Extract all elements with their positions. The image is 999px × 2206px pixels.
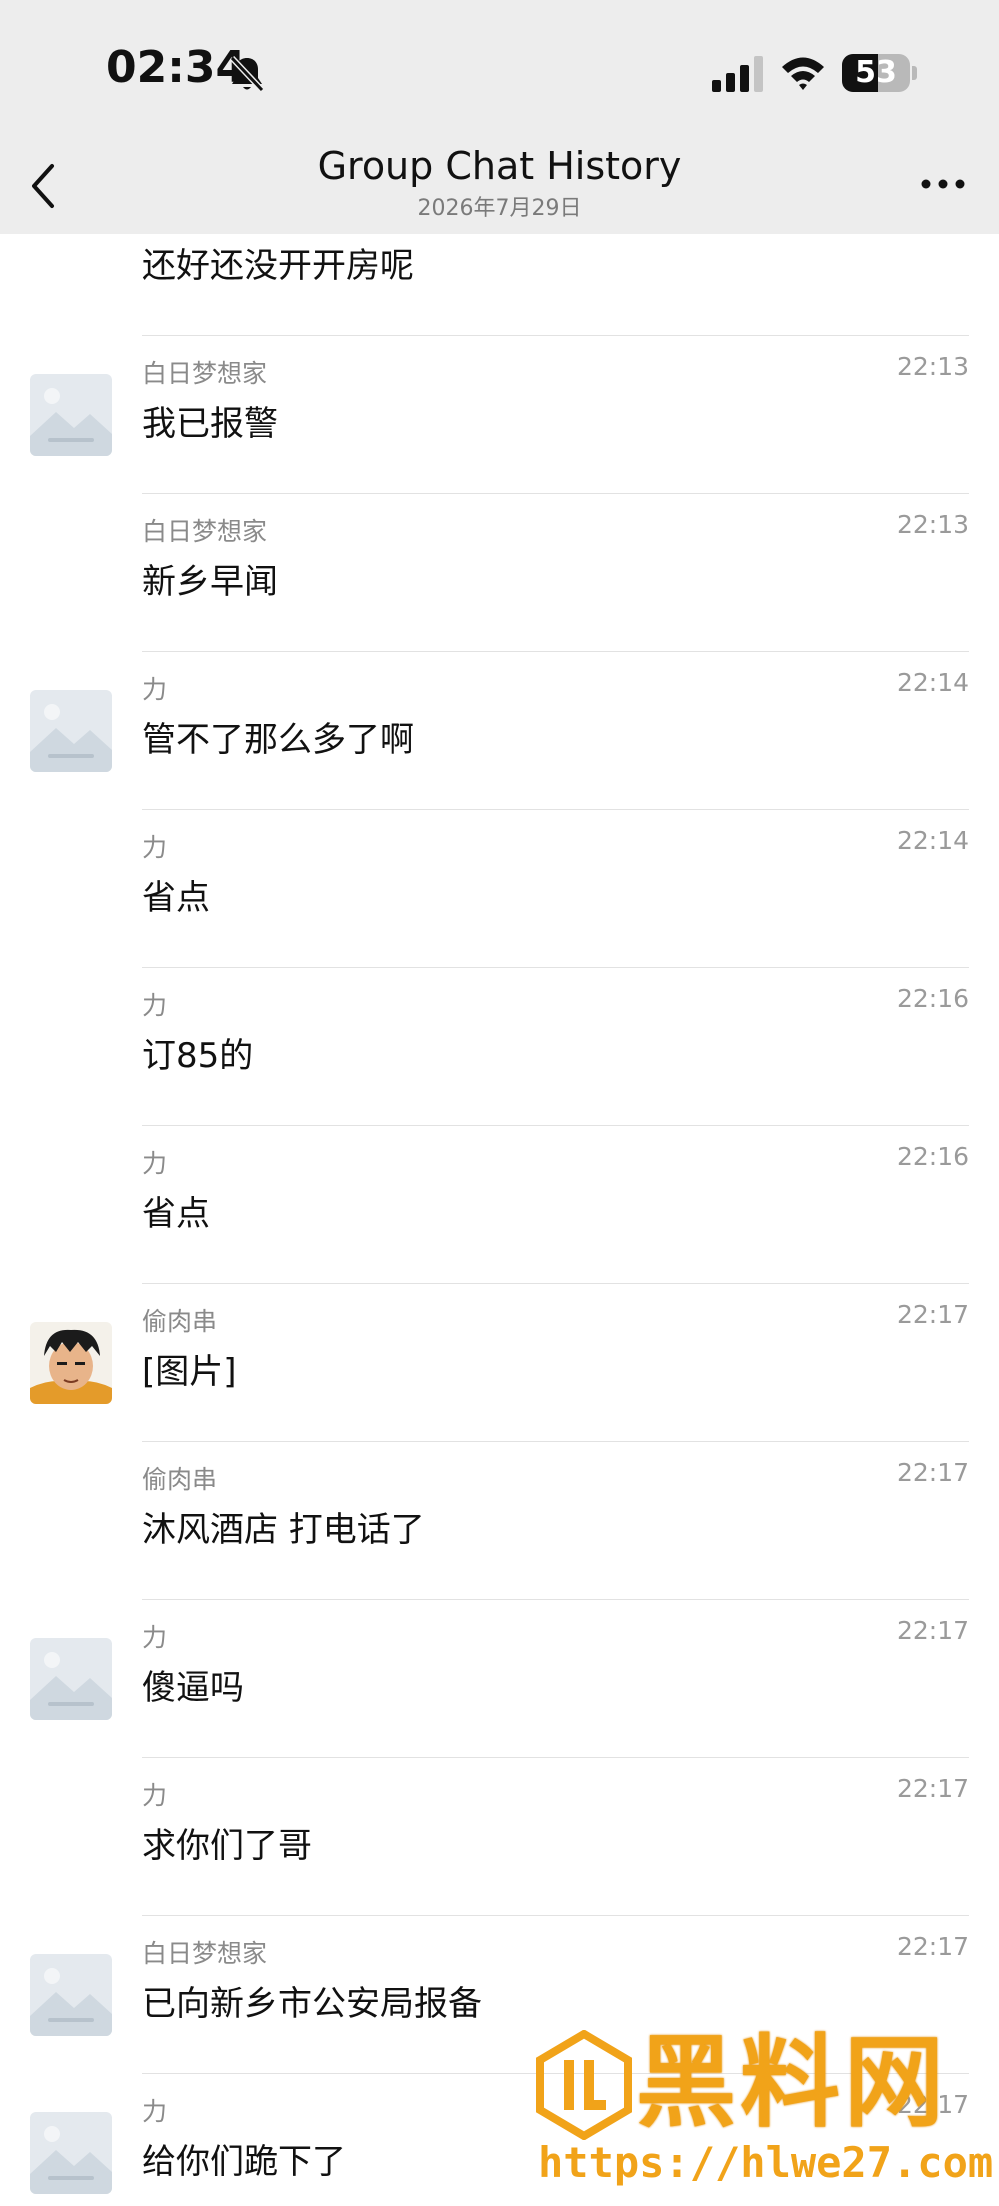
avatar-cartoon-face-icon[interactable] [30,1322,112,1404]
status-time: 02:34 [106,42,247,93]
message-text: 已向新乡市公安局报备 [142,1984,482,2024]
message-text: 沐风酒店 打电话了 [142,1510,425,1550]
message-sender: 偷肉串 [142,1465,218,1494]
wifi-icon [782,57,824,90]
message-text: 给你们跪下了 [142,2142,346,2182]
avatar-placeholder-image-icon[interactable] [30,2112,112,2194]
message-text: 订85的 [142,1036,254,1076]
nav-bar: Group Chat History 2026年7月29日 [0,144,999,234]
chat-history-list[interactable]: 力22:13还好还没开开房呢白日梦想家22:13我已报警白日梦想家22:13新乡… [0,234,999,2206]
message-text: 我已报警 [142,404,278,444]
message-time: 22:17 [896,1932,969,1961]
message-time: 22:17 [896,1774,969,1803]
message-sender: 力 [142,675,168,704]
message-row[interactable]: 力 22:17 傻逼吗 [0,1600,999,1758]
message-row[interactable]: 偷肉串 22:17 [图片] [0,1284,999,1442]
message-sender: 白日梦想家 [142,517,268,546]
message-time: 22:17 [896,1300,969,1329]
message-time: 22:16 [896,1142,969,1171]
battery-level: 53 [855,55,897,90]
message-row[interactable]: 力 22:17 求你们了哥 [0,1758,999,1916]
message-sender: 力 [142,1149,168,1178]
message-time: 22:16 [896,984,969,1013]
signal-icon [712,56,763,92]
message-row[interactable]: 力 22:16 省点 [0,1126,999,1284]
message-row[interactable]: 白日梦想家 22:13 新乡早闻 [0,494,999,652]
message-text: 省点 [142,1194,210,1234]
message-time: 22:17 [896,1458,969,1487]
message-row[interactable]: 白日梦想家 22:13 我已报警 [0,336,999,494]
message-text: 新乡早闻 [142,562,278,602]
message-text: 傻逼吗 [142,1668,244,1708]
message-time: 22:14 [896,668,969,697]
avatar-placeholder-image-icon[interactable] [30,690,112,772]
message-sender: 白日梦想家 [142,359,268,388]
message-text: 省点 [142,878,210,918]
message-row[interactable]: 偷肉串 22:17 沐风酒店 打电话了 [0,1442,999,1600]
avatar-placeholder-image-icon[interactable] [30,1638,112,1720]
page-title: Group Chat History [317,144,682,188]
message-sender: 力 [142,2097,168,2126]
message-row[interactable]: 力 22:14 省点 [0,810,999,968]
message-text: 管不了那么多了啊 [142,720,414,760]
watermark-text: 黑料网 [636,2024,948,2141]
message-row[interactable]: 力22:13还好还没开开房呢 [0,234,999,336]
battery-tip [912,66,917,80]
watermark: 黑料网 https://hlwe27.com [536,2024,993,2206]
message-sender: 力 [142,991,168,1020]
message-time: 22:17 [896,1616,969,1645]
message-time: 22:13 [896,352,969,381]
message-time: 22:14 [896,826,969,855]
message-text: 还好还没开开房呢 [142,246,414,286]
message-text: 求你们了哥 [142,1826,312,1866]
message-row[interactable]: 力 22:14 管不了那么多了啊 [0,652,999,810]
page-subtitle-date: 2026年7月29日 [417,196,582,221]
battery-icon: 53 [842,54,910,92]
message-sender: 力 [142,1623,168,1652]
message-sender: 力 [142,1781,168,1810]
avatar-placeholder-image-icon[interactable] [30,374,112,456]
message-text: [图片] [142,1352,237,1392]
bell-off-icon [229,55,265,93]
message-time: 22:13 [896,510,969,539]
more-options-icon[interactable] [920,174,966,194]
watermark-url: https://hlwe27.com [538,2138,994,2187]
avatar-placeholder-image-icon[interactable] [30,1954,112,2036]
message-sender: 力 [142,833,168,862]
status-bar: 02:34 53 [0,0,999,144]
message-sender: 偷肉串 [142,1307,218,1336]
message-sender: 白日梦想家 [142,1939,268,1968]
watermark-logo-icon [536,2030,632,2140]
message-row[interactable]: 力 22:16 订85的 [0,968,999,1126]
